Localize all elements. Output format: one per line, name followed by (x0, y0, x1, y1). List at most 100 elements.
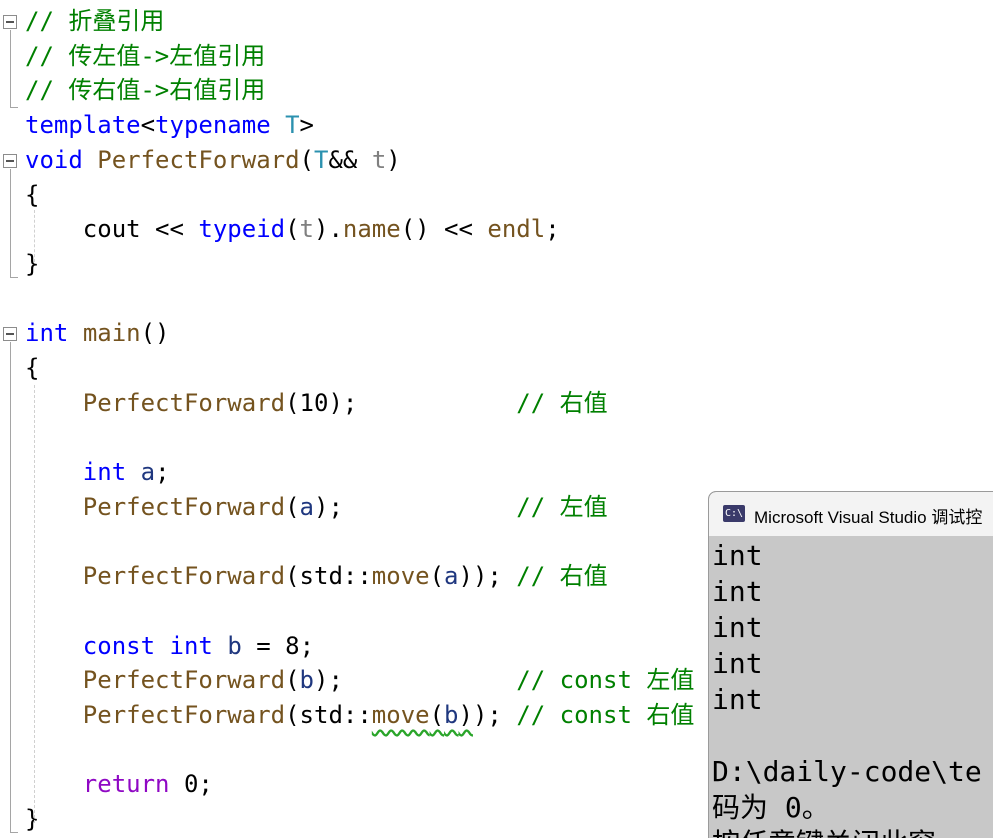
fold-line-end (10, 277, 18, 278)
code-token: PerfectForward (82, 701, 286, 729)
code-token: ); (472, 701, 517, 729)
code-token: const (82, 631, 156, 660)
code-comment: // 传右值->右值引用 (25, 76, 266, 105)
code-token: > (299, 111, 314, 140)
code-text: } (25, 802, 39, 836)
fold-line-end (10, 832, 18, 833)
console-app-icon: C:\ (723, 505, 745, 522)
code-text: template<typename T> (25, 108, 314, 142)
code-token: t (299, 215, 314, 244)
fold-line-end (10, 107, 18, 108)
code-text: PerfectForward(std::move(b)); // const 右… (25, 698, 695, 732)
code-token: ( (285, 666, 300, 695)
code-text: PerfectForward(a); // 左值 (25, 490, 608, 524)
code-comment: // const 右值 (516, 701, 695, 729)
debug-console-window[interactable]: C:\ Microsoft Visual Studio 调试控 int int in… (708, 491, 993, 838)
code-token: PerfectForward (82, 666, 286, 695)
code-text: PerfectForward(std::move(a)); // 右值 (25, 559, 608, 593)
code-token: && (328, 145, 372, 174)
code-text: return 0; (25, 767, 213, 801)
code-token: ); (314, 492, 517, 521)
code-token: b (227, 631, 242, 660)
fold-toggle-perfectforward[interactable] (3, 154, 17, 168)
code-token: ( (299, 145, 314, 174)
code-token: ). (314, 215, 343, 244)
code-token: t (371, 145, 387, 174)
code-token: main (82, 319, 141, 348)
code-token: template (25, 111, 141, 140)
code-comment: // 折叠引用 (25, 7, 165, 35)
code-comment: // 左值 (516, 492, 608, 521)
code-token: T (285, 111, 300, 140)
code-text: cout << typeid(t).name() << endl; (25, 212, 560, 246)
code-token: () << (400, 215, 488, 244)
code-token: typename (155, 111, 271, 140)
code-text: int main() (25, 316, 170, 350)
code-token: (std:: (285, 701, 372, 729)
code-token: (10); (285, 388, 517, 417)
code-token: ( (285, 215, 300, 244)
code-token: a (444, 562, 459, 591)
code-token: (std:: (285, 562, 372, 591)
console-output-line: D:\daily-code\te (712, 755, 982, 788)
console-output-line: int (712, 539, 763, 572)
code-token: name (342, 215, 401, 244)
code-token: { (25, 180, 40, 209)
code-text: PerfectForward(10); // 右值 (25, 386, 608, 420)
code-comment: // 右值 (516, 388, 608, 417)
code-token: } (25, 249, 40, 278)
console-output: intintintintintD:\daily-code\te码为 0。按任意键… (709, 536, 993, 838)
code-token: PerfectForward (97, 145, 300, 174)
code-token: int (82, 458, 127, 487)
code-token: return (82, 770, 170, 799)
code-text: const int b = 8; (25, 629, 314, 663)
code-text: { (25, 351, 39, 385)
code-comment: // 右值 (516, 562, 608, 591)
code-token: typeid (198, 215, 286, 244)
code-comment: // 传左值->左值引用 (25, 41, 266, 70)
code-token: { (25, 354, 40, 382)
code-token: ( (429, 562, 445, 591)
fold-line (10, 169, 11, 277)
code-text: // 传左值->左值引用 (25, 39, 265, 73)
code-token: ) (458, 701, 473, 729)
code-token: void (25, 145, 83, 174)
code-text: { (25, 178, 39, 212)
console-output-line: 按任意键关闭此窗 (712, 826, 936, 838)
code-token: b (299, 666, 314, 695)
code-token: ( (285, 492, 300, 521)
console-output-line: int (712, 611, 763, 644)
code-token: cout << (25, 215, 199, 244)
code-token: ); (314, 666, 517, 695)
code-text: } (25, 247, 39, 281)
console-output-line: int (712, 575, 763, 608)
fold-toggle-comment-block[interactable] (3, 15, 17, 29)
code-token: )); (458, 562, 517, 591)
console-output-line: int (712, 683, 763, 716)
indent-guide (34, 385, 35, 823)
code-token: 0; (169, 770, 213, 799)
fold-line (10, 342, 11, 832)
code-token: ) (386, 145, 401, 174)
code-token: = 8; (241, 631, 315, 660)
fold-toggle-main[interactable] (3, 327, 17, 341)
code-text: PerfectForward(b); // const 左值 (25, 663, 695, 697)
code-token: a (140, 458, 156, 487)
code-token: < (140, 111, 156, 140)
code-comment: // const 左值 (516, 666, 695, 695)
code-token: a (299, 492, 314, 521)
code-token: PerfectForward (82, 492, 286, 521)
code-token: PerfectForward (82, 562, 286, 591)
fold-line (10, 30, 11, 107)
console-title-bar[interactable]: C:\ Microsoft Visual Studio 调试控 (709, 492, 993, 536)
code-text: // 折叠引用 (25, 4, 164, 38)
code-token: move (371, 562, 430, 591)
code-token: int (25, 319, 69, 348)
console-output-line: int (712, 647, 763, 680)
